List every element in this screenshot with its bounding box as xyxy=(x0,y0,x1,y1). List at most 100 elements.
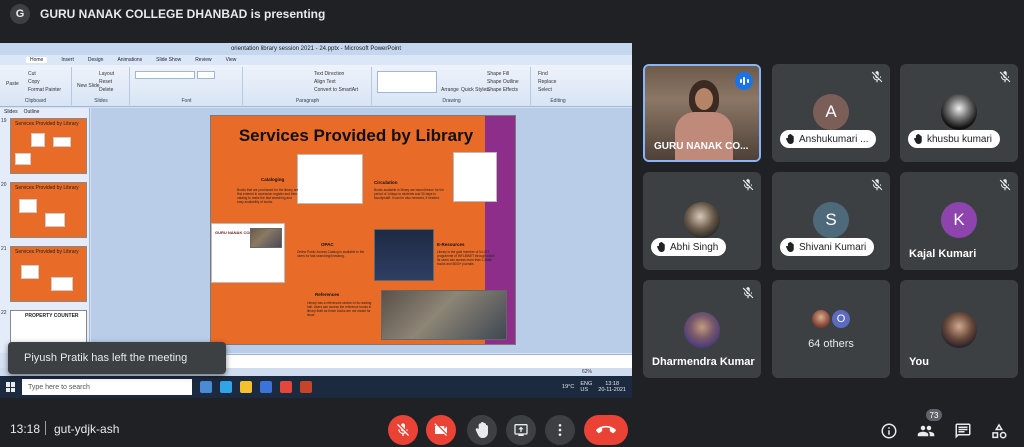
ribbon-label-slides: Slides xyxy=(94,98,108,104)
people-icon[interactable] xyxy=(917,422,935,440)
participant-tile-presenter[interactable]: GURU NANAK CO... xyxy=(643,64,761,162)
thumb-image xyxy=(15,153,31,165)
weather-temp: 19°C xyxy=(562,384,575,390)
participant-name: Kajal Kumari xyxy=(909,248,977,260)
ribbon-convert-smartart: Convert to SmartArt xyxy=(314,87,359,93)
self-tile[interactable]: You xyxy=(900,280,1018,378)
ribbon-arrange: Arrange xyxy=(441,87,459,93)
mic-off-icon xyxy=(871,71,883,83)
others-letter-avatar: O xyxy=(830,308,852,330)
left-meeting-toast: Piyush Pratik has left the meeting xyxy=(8,342,226,374)
participant-photo-avatar xyxy=(684,312,720,348)
ppt-ribbon-tabs: Home Insert Design Animations Slide Show… xyxy=(0,55,632,65)
ribbon-group-paragraph: Text Direction Align Text Convert to Sma… xyxy=(244,67,372,105)
meeting-clock: 13:18 xyxy=(10,422,41,436)
cataloging-heading: Cataloging xyxy=(261,177,285,182)
clock-date: 20-11-2021 xyxy=(598,387,626,393)
leave-call-button[interactable] xyxy=(584,415,628,445)
mic-off-icon xyxy=(742,287,754,299)
college-website-image: GURU NANAK COLLEGE xyxy=(211,223,285,283)
more-options-icon xyxy=(558,424,562,436)
ribbon-label-font: Font xyxy=(181,98,192,104)
participant-name-pill: Shivani Kumari xyxy=(780,238,875,256)
shapes-gallery xyxy=(377,71,437,93)
participant-name: Anshukumari ... xyxy=(799,133,869,145)
file-explorer-icon xyxy=(240,381,252,393)
ribbon-format-painter: Format Painter xyxy=(28,87,62,93)
thumb-number: 20 xyxy=(1,182,7,188)
region-code: US xyxy=(580,387,588,393)
raise-hand-icon xyxy=(786,242,794,252)
windows-taskbar: Type here to search 19°C ENG US 13:18 20… xyxy=(0,376,632,398)
raise-hand-icon xyxy=(914,134,922,144)
slide-thumbnail: Services Provided by Library xyxy=(10,118,87,174)
presenting-text: GURU NANAK COLLEGE DHANBAD is presenting xyxy=(40,7,326,21)
participant-tile[interactable]: khusbu kumari xyxy=(900,64,1018,162)
system-tray: 19°C ENG US 13:18 20-11-2021 xyxy=(562,381,626,393)
thumb-image xyxy=(45,213,65,227)
self-name: You xyxy=(909,356,929,368)
toggle-camera-button[interactable] xyxy=(426,415,456,445)
ribbon-shape-fill: Shape Fill xyxy=(487,71,510,77)
participant-tile[interactable]: Abhi Singh xyxy=(643,172,761,270)
slide-thumbnail: Services Provided by Library xyxy=(10,246,87,302)
participant-photo-avatar xyxy=(941,94,977,130)
participant-tile[interactable]: S Shivani Kumari xyxy=(772,172,890,270)
slides-pane: Slides Outline 19 Services Provided by L… xyxy=(0,108,90,366)
font-size-box xyxy=(197,71,215,79)
pane-tabs: Slides Outline xyxy=(0,108,89,116)
references-text: Library has a references section in its … xyxy=(307,301,372,317)
eresources-text: Library is the gold member of N-LIST pro… xyxy=(437,250,495,266)
participant-avatar: S xyxy=(813,202,849,238)
others-tile[interactable]: O 64 others xyxy=(772,280,890,378)
windows-start-icon xyxy=(6,382,16,392)
ribbon-text-direction: Text Direction xyxy=(314,71,345,77)
mic-off-icon xyxy=(871,179,883,191)
participant-tile[interactable]: Dharmendra Kumar xyxy=(643,280,761,378)
ribbon-group-clipboard: Paste Cut Copy Format Painter Clipboard xyxy=(0,67,72,105)
reading-hall-image xyxy=(381,290,507,340)
chat-icon[interactable] xyxy=(954,422,972,440)
ppt-tab-slideshow: Slide Show xyxy=(156,57,182,63)
raise-hand-button[interactable] xyxy=(467,415,497,445)
toggle-mic-button[interactable] xyxy=(388,415,418,445)
self-photo-avatar xyxy=(941,312,977,348)
ribbon-replace: Replace xyxy=(538,79,557,85)
participant-name: Abhi Singh xyxy=(670,241,719,253)
clock: 13:18 20-11-2021 xyxy=(598,381,626,393)
activities-icon[interactable] xyxy=(990,422,1008,440)
participant-name-pill: Abhi Singh xyxy=(651,238,727,256)
pane-tab-outline: Outline xyxy=(23,109,40,115)
edge-icon xyxy=(220,381,232,393)
ribbon-group-font: Font xyxy=(131,67,243,105)
references-heading: References xyxy=(315,292,340,297)
participant-photo-avatar xyxy=(684,202,720,238)
current-slide: Services Provided by Library Cataloging … xyxy=(210,115,516,345)
ribbon-shape-outline: Shape Outline xyxy=(487,79,519,85)
more-options-button[interactable] xyxy=(545,415,575,445)
ppt-tab-view: View xyxy=(225,57,237,63)
info-icon[interactable] xyxy=(880,422,898,440)
speaking-indicator-icon xyxy=(735,72,753,90)
ribbon-group-editing: Find Replace Select Editing xyxy=(532,67,584,105)
task-view-icon xyxy=(200,381,212,393)
ppt-tab-animations: Animations xyxy=(117,57,143,63)
slide-thumbnail: Services Provided by Library xyxy=(10,182,87,238)
store-icon xyxy=(260,381,272,393)
meeting-code: gut-ydjk-ash xyxy=(54,422,120,436)
raise-hand-icon xyxy=(475,422,488,438)
mic-off-icon xyxy=(742,179,754,191)
participant-name: Shivani Kumari xyxy=(799,241,867,253)
circulation-heading: Circulation xyxy=(374,180,398,185)
present-now-button[interactable] xyxy=(506,415,536,445)
participant-tile[interactable]: K Kajal Kumari xyxy=(900,172,1018,270)
eresources-image xyxy=(374,229,434,281)
participant-name: GURU NANAK CO... xyxy=(654,141,749,152)
ribbon-cut: Cut xyxy=(28,71,36,77)
people-count-badge: 73 xyxy=(926,409,942,421)
circulation-image xyxy=(453,152,497,202)
thumb-image xyxy=(51,277,73,291)
opac-text: Online Public Access Catalog is availabl… xyxy=(297,250,365,258)
divider xyxy=(45,421,46,435)
participant-tile[interactable]: A Anshukumari ... xyxy=(772,64,890,162)
